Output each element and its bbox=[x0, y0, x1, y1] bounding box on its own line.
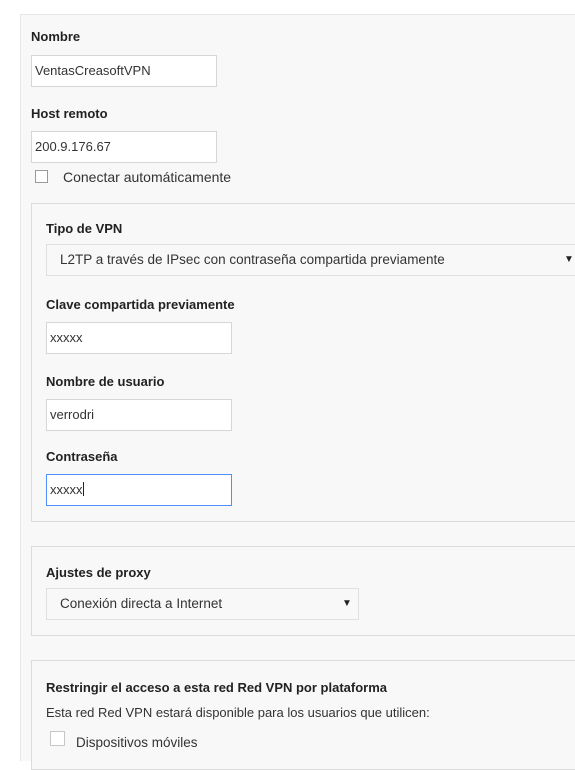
host-field[interactable]: 200.9.176.67 bbox=[31, 131, 217, 163]
proxy-section: Ajustes de proxy Conexión directa a Inte… bbox=[31, 546, 575, 636]
vpn-section: Tipo de VPN L2TP a través de IPsec con c… bbox=[31, 203, 575, 522]
psk-label: Clave compartida previamente bbox=[46, 297, 235, 312]
vpn-type-label: Tipo de VPN bbox=[46, 221, 123, 236]
vpn-type-select[interactable]: L2TP a través de IPsec con contraseña co… bbox=[46, 244, 575, 276]
vpn-type-value: L2TP a través de IPsec con contraseña co… bbox=[60, 252, 445, 267]
password-value: xxxxx bbox=[50, 482, 83, 497]
platform-restriction-section: Restringir el acceso a esta red Red VPN … bbox=[31, 660, 575, 770]
triangle-down-icon: ▼ bbox=[564, 254, 574, 265]
username-field[interactable]: verrodri bbox=[46, 399, 232, 431]
name-label: Nombre bbox=[31, 29, 81, 44]
proxy-select[interactable]: Conexión directa a Internet ▼ bbox=[46, 588, 359, 620]
psk-field[interactable]: xxxxx bbox=[46, 322, 232, 354]
auto-connect-label: Conectar automáticamente bbox=[63, 169, 232, 185]
host-label: Host remoto bbox=[31, 106, 108, 121]
proxy-value: Conexión directa a Internet bbox=[60, 596, 223, 611]
vpn-settings-panel: Nombre VentasCreasoftVPN Host remoto 200… bbox=[20, 14, 575, 770]
password-field[interactable]: xxxxx bbox=[46, 474, 232, 506]
password-label: Contraseña bbox=[46, 449, 118, 464]
text-caret bbox=[82, 482, 84, 496]
restriction-title: Restringir el acceso a esta red Red VPN … bbox=[46, 680, 388, 695]
proxy-label: Ajustes de proxy bbox=[46, 565, 151, 580]
restriction-description: Esta red Red VPN estará disponible para … bbox=[46, 705, 430, 720]
username-label: Nombre de usuario bbox=[46, 374, 165, 389]
triangle-down-icon: ▼ bbox=[342, 598, 352, 609]
auto-connect-checkbox[interactable] bbox=[35, 170, 48, 183]
name-field[interactable]: VentasCreasoftVPN bbox=[31, 55, 217, 87]
mobile-devices-label: Dispositivos móviles bbox=[76, 735, 198, 750]
mobile-devices-checkbox[interactable] bbox=[50, 731, 65, 746]
